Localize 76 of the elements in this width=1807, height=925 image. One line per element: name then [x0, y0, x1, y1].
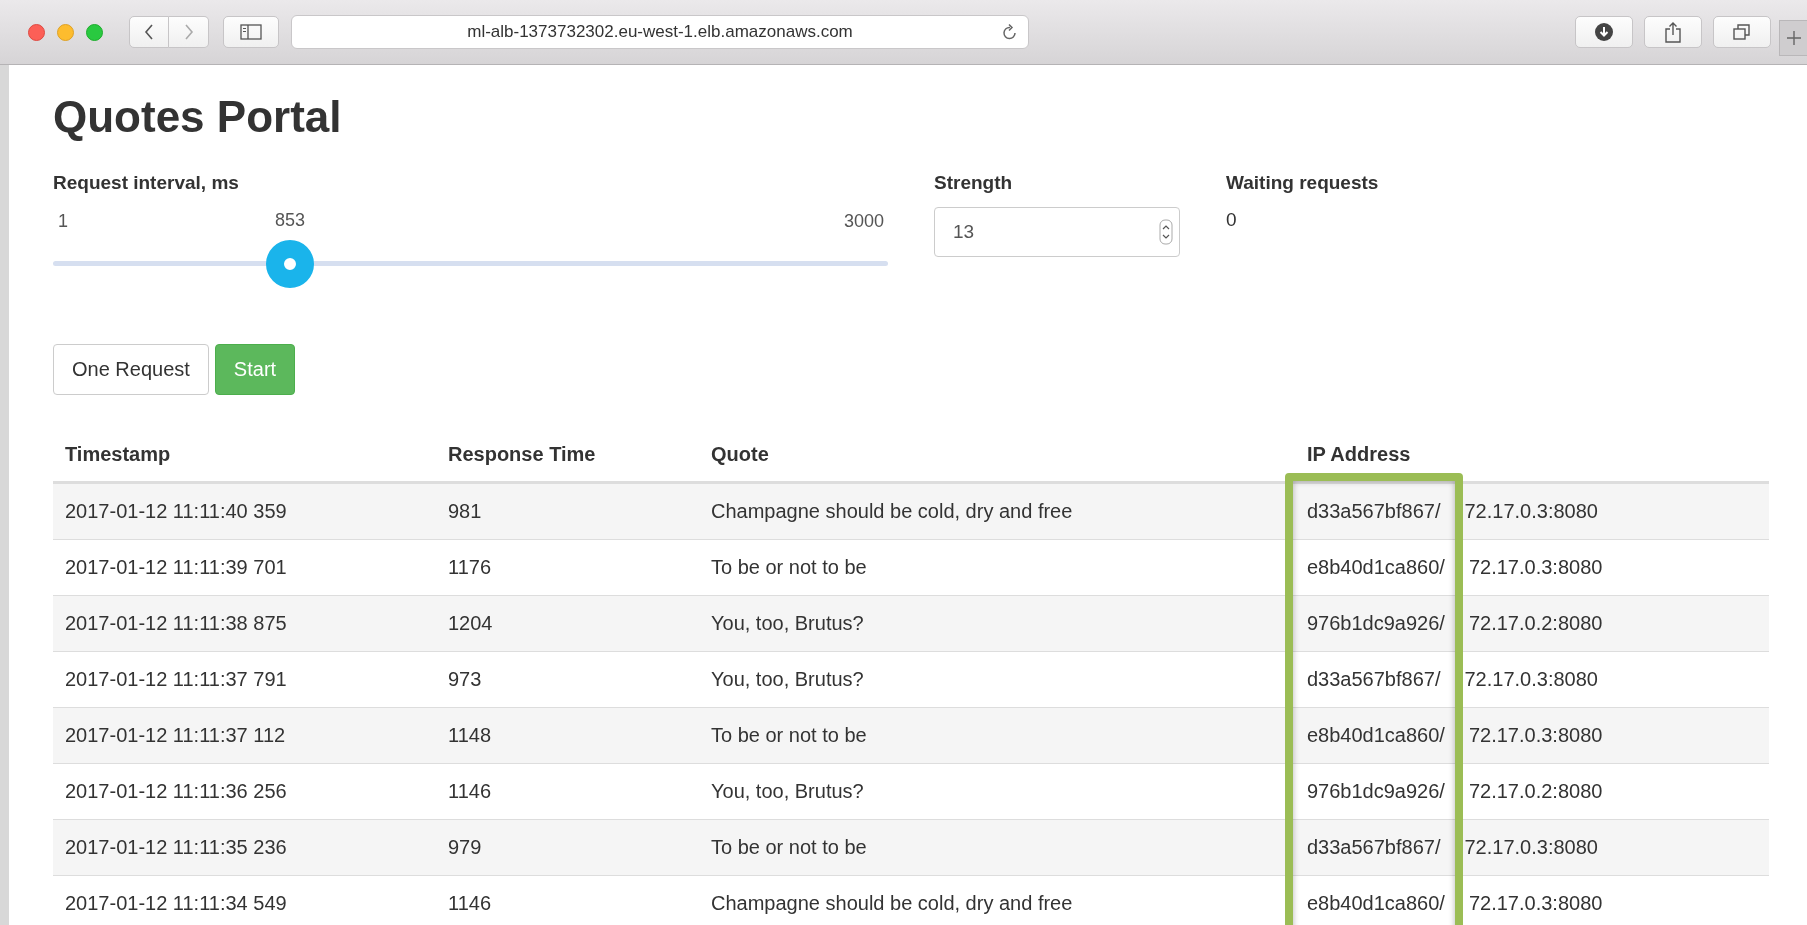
interval-label: Request interval, ms — [53, 172, 240, 194]
address-bar[interactable]: ml-alb-1373732302.eu-west-1.elb.amazonaws.com — [291, 15, 1029, 49]
download-button[interactable] — [1575, 16, 1633, 48]
plus-icon — [1785, 30, 1802, 46]
slider-max-label: 3000 — [843, 211, 884, 233]
timestamp-cell-text: 2017-01-12 11:11:37 112 — [64, 724, 287, 747]
timestamp-cell-text: 2017-01-12 11:11:38 875 — [64, 612, 288, 635]
spinner-icon[interactable] — [1159, 219, 1173, 245]
sidebar-button[interactable] — [223, 16, 279, 48]
response-time-cell-text: 1146 — [447, 780, 492, 803]
strength-input[interactable]: 13 — [934, 207, 1180, 257]
slider-min-label: 1 — [58, 211, 68, 233]
ip-address-text: 72.17.0.3:8080 — [1468, 892, 1603, 915]
timestamp-cell-text: 2017-01-12 11:11:39 701 — [64, 556, 288, 579]
tabs-button[interactable] — [1713, 16, 1771, 48]
timestamp-cell-text: 2017-01-12 11:11:34 549 — [64, 892, 288, 915]
host-id-text: 976b1dc9a926/ — [1307, 612, 1445, 635]
ip-address-text: 72.17.0.3:8080 — [1468, 556, 1603, 579]
response-time-cell-text: 979 — [447, 836, 483, 859]
action-button[interactable]: One Request — [53, 344, 209, 395]
ip-address-text: 72.17.0.2:8080 — [1468, 780, 1603, 803]
column-header: Timestamp — [64, 442, 172, 466]
share-button[interactable] — [1644, 16, 1702, 48]
response-time-cell-text: 1176 — [447, 556, 492, 579]
maximize-icon[interactable] — [86, 23, 103, 41]
quote-cell-text: You, too, Brutus? — [710, 668, 865, 691]
back-button[interactable] — [129, 16, 169, 48]
timestamp-cell-text: 2017-01-12 11:11:35 236 — [64, 836, 288, 859]
quote-cell-text: You, too, Brutus? — [710, 780, 865, 803]
page-title: Quotes Portal — [53, 95, 343, 139]
column-header: Quote — [710, 442, 770, 466]
strength-label: Strength — [934, 172, 1014, 194]
response-time-cell-text: 1146 — [447, 892, 492, 915]
timestamp-cell-text: 2017-01-12 11:11:40 359 — [64, 500, 288, 523]
quote-cell-text: To be or not to be — [710, 556, 868, 579]
ip-address-text: 72.17.0.2:8080 — [1468, 612, 1603, 635]
waiting-label: Waiting requests — [1226, 172, 1379, 194]
host-id-text: d33a567bf867/ — [1307, 668, 1441, 691]
response-time-cell-text: 1204 — [447, 612, 494, 635]
column-header: IP Address — [1306, 442, 1412, 466]
reload-icon[interactable] — [1002, 23, 1018, 41]
ip-address-text: 72.17.0.3:8080 — [1464, 668, 1598, 691]
quote-cell-text: Champagne should be cold, dry and free — [710, 892, 1074, 915]
chevron-left-icon — [144, 24, 154, 40]
ip-address-text: 72.17.0.3:8080 — [1468, 724, 1603, 747]
response-time-cell-text: 973 — [447, 668, 483, 691]
quote-cell-text: To be or not to be — [710, 724, 868, 747]
response-time-cell-text: 981 — [447, 500, 483, 523]
quote-cell-text: Champagne should be cold, dry and free — [710, 500, 1074, 523]
timestamp-cell-text: 2017-01-12 11:11:36 256 — [64, 780, 288, 803]
forward-button[interactable] — [169, 16, 209, 48]
tabs-icon — [1732, 23, 1752, 41]
chevron-right-icon — [183, 24, 194, 40]
close-icon[interactable] — [28, 23, 45, 41]
host-id-text: e8b40d1ca860/ — [1307, 556, 1445, 579]
url-text: ml-alb-1373732302.eu-west-1.elb.amazonaws.com — [467, 22, 853, 42]
host-id-text: e8b40d1ca860/ — [1307, 892, 1445, 915]
host-id-text: e8b40d1ca860/ — [1307, 724, 1445, 747]
ip-address-text: 72.17.0.3:8080 — [1464, 836, 1598, 859]
ip-address-text: 72.17.0.3:8080 — [1464, 500, 1598, 523]
slider-value-label: 853 — [275, 209, 306, 231]
quote-cell-text: You, too, Brutus? — [710, 612, 865, 635]
response-time-cell-text: 1148 — [447, 724, 492, 747]
host-id-text: d33a567bf867/ — [1307, 500, 1441, 523]
column-header: Response Time — [447, 442, 597, 466]
timestamp-cell-text: 2017-01-12 11:11:37 791 — [64, 668, 288, 691]
host-id-text: d33a567bf867/ — [1307, 836, 1441, 859]
minimize-icon[interactable] — [57, 23, 74, 41]
download-icon — [1594, 22, 1614, 42]
new-tab-button[interactable] — [1779, 20, 1807, 56]
host-id-text: 976b1dc9a926/ — [1307, 780, 1445, 803]
waiting-count: 0 — [1226, 209, 1238, 231]
quote-cell-text: To be or not to be — [710, 836, 868, 859]
slider-thumb[interactable] — [266, 240, 315, 288]
share-icon — [1664, 21, 1682, 43]
sidebar-icon — [240, 24, 262, 40]
